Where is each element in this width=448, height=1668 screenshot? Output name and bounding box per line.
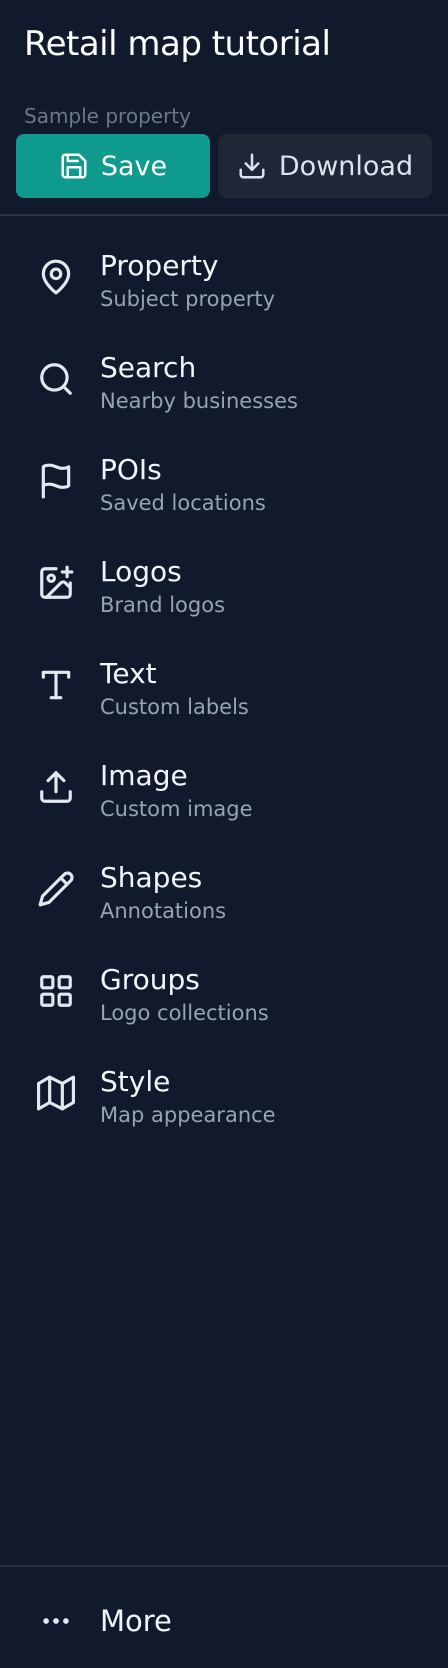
sidebar-header: Retail map tutorial Sample property Save… bbox=[0, 0, 448, 215]
sidebar-item-label: Text bbox=[100, 657, 157, 690]
more-button[interactable]: More bbox=[0, 1590, 448, 1654]
property-subtitle: Sample property bbox=[24, 104, 191, 128]
save-button[interactable]: Save bbox=[16, 134, 210, 198]
sidebar-item-search[interactable]: Search Nearby businesses bbox=[0, 331, 448, 433]
page-title: Retail map tutorial bbox=[24, 24, 331, 64]
grid-icon bbox=[36, 971, 76, 1011]
sidebar-item-pois[interactable]: POIs Saved locations bbox=[0, 433, 448, 535]
sidebar-item-property[interactable]: Property Subject property bbox=[0, 229, 448, 331]
sidebar-item-text[interactable]: Text Custom labels bbox=[0, 637, 448, 739]
sidebar-nav: Property Subject property Search Nearby … bbox=[0, 229, 448, 1147]
sidebar-item-label: Logos bbox=[100, 555, 182, 588]
sidebar-item-label: Shapes bbox=[100, 861, 203, 894]
type-icon bbox=[36, 665, 76, 705]
sidebar-item-shapes[interactable]: Shapes Annotations bbox=[0, 841, 448, 943]
sidebar-item-description: Custom labels bbox=[100, 695, 249, 719]
sidebar-item-label: Style bbox=[100, 1065, 171, 1098]
save-icon bbox=[61, 153, 87, 179]
sidebar-item-description: Subject property bbox=[100, 287, 276, 311]
download-button-label: Download bbox=[278, 150, 414, 182]
map-icon bbox=[36, 1073, 76, 1113]
more-button-label: More bbox=[100, 1604, 172, 1638]
image-plus-icon bbox=[36, 563, 76, 603]
sidebar-item-description: Custom image bbox=[100, 797, 253, 821]
sidebar-item-style[interactable]: Style Map appearance bbox=[0, 1045, 448, 1147]
search-icon bbox=[36, 359, 76, 399]
header-divider bbox=[0, 214, 448, 216]
sidebar-item-description: Logo collections bbox=[100, 1001, 269, 1025]
map-pin-icon bbox=[36, 257, 76, 297]
download-icon bbox=[239, 153, 265, 179]
save-button-label: Save bbox=[100, 150, 168, 182]
sidebar-item-label: POIs bbox=[100, 453, 162, 486]
pencil-icon bbox=[36, 869, 76, 909]
sidebar-item-description: Annotations bbox=[100, 899, 227, 923]
download-button[interactable]: Download bbox=[218, 134, 432, 198]
sidebar-item-image[interactable]: Image Custom image bbox=[0, 739, 448, 841]
sidebar-item-description: Map appearance bbox=[100, 1103, 276, 1127]
sidebar-item-description: Nearby businesses bbox=[100, 389, 298, 413]
sidebar-item-logos[interactable]: Logos Brand logos bbox=[0, 535, 448, 637]
sidebar-item-label: Image bbox=[100, 759, 188, 792]
sidebar-item-groups[interactable]: Groups Logo collections bbox=[0, 943, 448, 1045]
upload-icon bbox=[36, 767, 76, 807]
sidebar-item-label: Property bbox=[100, 249, 219, 282]
sidebar-item-description: Saved locations bbox=[100, 491, 266, 515]
sidebar-item-label: Search bbox=[100, 351, 197, 384]
sidebar-item-description: Brand logos bbox=[100, 593, 226, 617]
more-horizontal-icon bbox=[36, 1606, 76, 1636]
flag-icon bbox=[36, 461, 76, 501]
footer-divider bbox=[0, 1565, 448, 1567]
sidebar-item-label: Groups bbox=[100, 963, 200, 996]
